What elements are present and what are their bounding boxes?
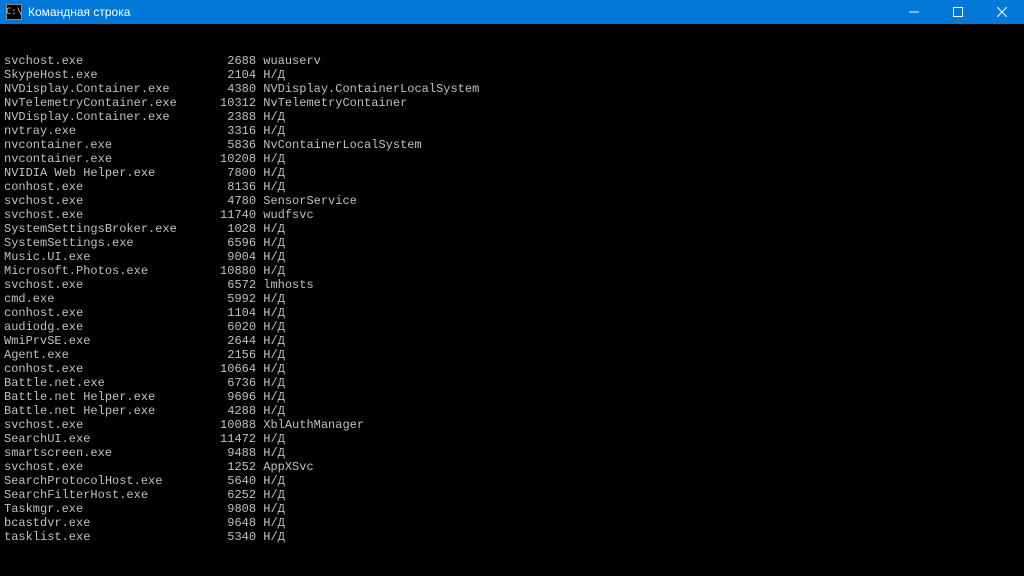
process-row: conhost.exe 10664 Н/Д [4, 362, 1020, 376]
process-row: NVIDIA Web Helper.exe 7800 Н/Д [4, 166, 1020, 180]
process-row: Battle.net Helper.exe 4288 Н/Д [4, 404, 1020, 418]
terminal-output[interactable]: svchost.exe 2688 wuauservSkypeHost.exe 2… [0, 24, 1024, 576]
close-button[interactable] [980, 0, 1024, 24]
process-row: Microsoft.Photos.exe 10880 Н/Д [4, 264, 1020, 278]
process-row: SystemSettings.exe 6596 Н/Д [4, 236, 1020, 250]
process-row: audiodg.exe 6020 Н/Д [4, 320, 1020, 334]
maximize-button[interactable] [936, 0, 980, 24]
cmd-icon: C:\ [6, 4, 22, 20]
process-row: Battle.net Helper.exe 9696 Н/Д [4, 390, 1020, 404]
process-row: SystemSettingsBroker.exe 1028 Н/Д [4, 222, 1020, 236]
process-row: nvcontainer.exe 5836 NvContainerLocalSys… [4, 138, 1020, 152]
process-row: svchost.exe 4780 SensorService [4, 194, 1020, 208]
process-row: svchost.exe 11740 wudfsvc [4, 208, 1020, 222]
process-row: tasklist.exe 5340 Н/Д [4, 530, 1020, 544]
process-row: SearchProtocolHost.exe 5640 Н/Д [4, 474, 1020, 488]
process-row: smartscreen.exe 9488 Н/Д [4, 446, 1020, 460]
process-row: NvTelemetryContainer.exe 10312 NvTelemet… [4, 96, 1020, 110]
titlebar[interactable]: C:\ Командная строка [0, 0, 1024, 24]
maximize-icon [953, 7, 963, 17]
minimize-button[interactable] [892, 0, 936, 24]
window: C:\ Командная строка svchost.exe 2688 wu… [0, 0, 1024, 576]
process-row: Taskmgr.exe 9808 Н/Д [4, 502, 1020, 516]
process-row: svchost.exe 2688 wuauserv [4, 54, 1020, 68]
process-row: Agent.exe 2156 Н/Д [4, 348, 1020, 362]
process-row: SearchFilterHost.exe 6252 Н/Д [4, 488, 1020, 502]
process-row: nvcontainer.exe 10208 Н/Д [4, 152, 1020, 166]
minimize-icon [909, 7, 919, 17]
process-row: NVDisplay.Container.exe 4380 NVDisplay.C… [4, 82, 1020, 96]
process-row: conhost.exe 1104 Н/Д [4, 306, 1020, 320]
process-row: NVDisplay.Container.exe 2388 Н/Д [4, 110, 1020, 124]
process-row: SkypeHost.exe 2104 Н/Д [4, 68, 1020, 82]
process-row: cmd.exe 5992 Н/Д [4, 292, 1020, 306]
window-title: Командная строка [28, 5, 130, 19]
process-row: svchost.exe 6572 lmhosts [4, 278, 1020, 292]
process-row: Battle.net.exe 6736 Н/Д [4, 376, 1020, 390]
process-row: WmiPrvSE.exe 2644 Н/Д [4, 334, 1020, 348]
process-row: bcastdvr.exe 9648 Н/Д [4, 516, 1020, 530]
process-row: svchost.exe 1252 AppXSvc [4, 460, 1020, 474]
process-row: svchost.exe 10088 XblAuthManager [4, 418, 1020, 432]
process-row: nvtray.exe 3316 Н/Д [4, 124, 1020, 138]
process-row: SearchUI.exe 11472 Н/Д [4, 432, 1020, 446]
process-row: conhost.exe 8136 Н/Д [4, 180, 1020, 194]
process-row: Music.UI.exe 9004 Н/Д [4, 250, 1020, 264]
close-icon [997, 7, 1007, 17]
